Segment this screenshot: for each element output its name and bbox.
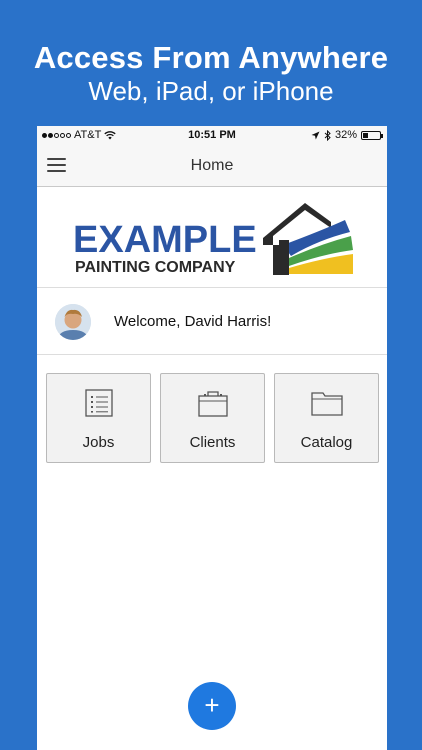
avatar-image [55,304,91,340]
battery-fill [363,132,369,138]
bluetooth-icon [324,129,331,141]
status-bar: AT&T 10:51 PM 32% [37,126,387,145]
logo-line2: PAINTING COMPANY [75,259,236,276]
jobs-tile[interactable]: Jobs [46,373,151,463]
list-icon [85,389,113,417]
welcome-message: Welcome, David Harris! [114,313,272,330]
plus-icon: + [204,690,220,720]
company-logo: EXAMPLE PAINTING COMPANY [73,203,353,276]
status-right: 32% [311,129,383,141]
catalog-label: Catalog [300,434,353,451]
clients-label: Clients [189,434,236,451]
company-logo-area: EXAMPLE PAINTING COMPANY [37,188,387,288]
promo-subtitle: Web, iPad, or iPhone [88,76,334,106]
battery-percent: 32% [334,129,357,141]
folder-icon [311,392,343,416]
promo-title: Access From Anywhere [33,40,389,75]
main-tiles: Jobs Clients Catalog [46,373,379,463]
briefcase-icon [198,391,228,417]
add-button[interactable]: + [188,682,236,730]
catalog-tile[interactable]: Catalog [274,373,379,463]
page-title: Home [190,157,234,174]
clients-tile[interactable]: Clients [160,373,265,463]
nav-bar: Home [37,145,387,187]
battery-icon [361,130,383,140]
jobs-label: Jobs [82,434,115,451]
location-arrow-icon [311,131,320,139]
welcome-row: Welcome, David Harris! [37,289,387,355]
logo-house-body [279,240,289,275]
logo-line1: EXAMPLE [73,219,257,261]
phone-screen: AT&T 10:51 PM 32% Home EXAMPLE PAINTING … [37,126,387,750]
avatar [55,304,91,340]
